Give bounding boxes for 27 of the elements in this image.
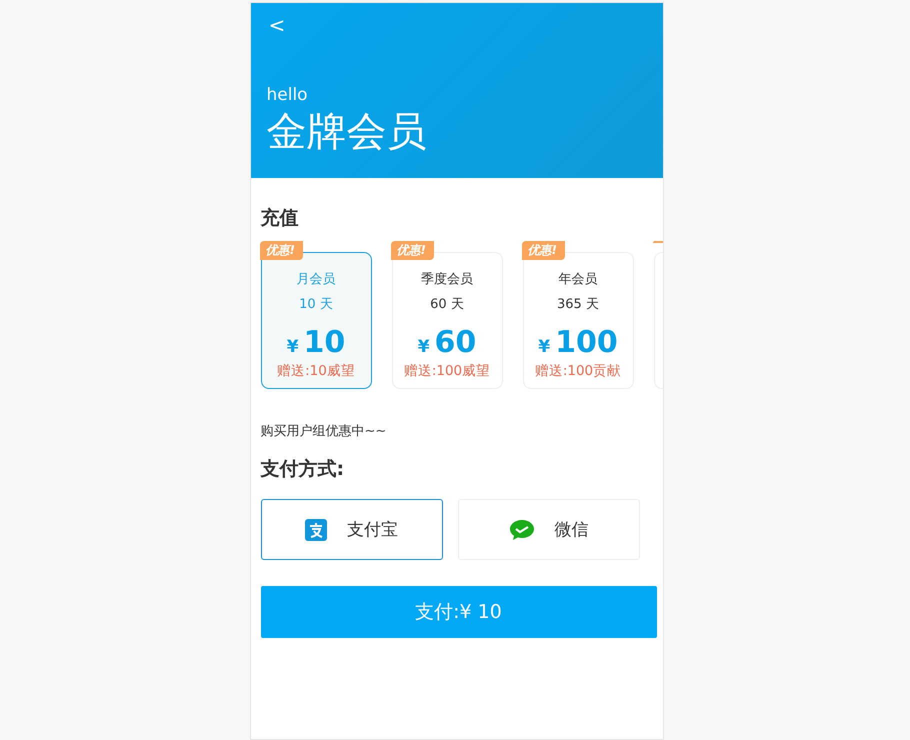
payment-option[interactable]: 微信 [458, 499, 640, 560]
currency-symbol: ¥ [418, 337, 430, 357]
greeting-text: hello [266, 85, 309, 105]
promo-note: 购买用户组优惠中~~ [260, 423, 388, 440]
currency-symbol: ¥ [286, 337, 299, 357]
chat-bubble-check-icon [508, 518, 534, 540]
alipay-icon [305, 518, 327, 540]
plan-name: 年会员 [558, 271, 598, 288]
discount-badge: 优惠! [260, 241, 303, 260]
plan-price: 10 [304, 325, 346, 360]
plan-price: 60 [434, 325, 476, 360]
payment-option[interactable]: 支付宝 [260, 499, 442, 560]
discount-badge: 优惠! [390, 241, 434, 260]
section-title: 充值 [260, 206, 300, 231]
currency-symbol: ¥ [538, 337, 550, 357]
discount-badge: 优惠! [522, 241, 565, 260]
plan-duration: 10 天 [298, 296, 334, 313]
plan-price: 100 [555, 325, 618, 360]
plan-name: 月会员 [296, 271, 336, 288]
plan-bonus: 赠送:100威望 [402, 362, 492, 380]
plan-duration: 365 天 [556, 296, 600, 313]
plan-bonus: 赠送:100贡献 [534, 362, 622, 380]
membership-title: 金牌会员 [266, 108, 428, 157]
plan-duration: 60 天 [429, 296, 465, 313]
plan-bonus: 赠送:10威望 [276, 362, 356, 380]
section-title: 支付方式: [260, 457, 346, 482]
plan-name: 季度会员 [420, 271, 474, 288]
